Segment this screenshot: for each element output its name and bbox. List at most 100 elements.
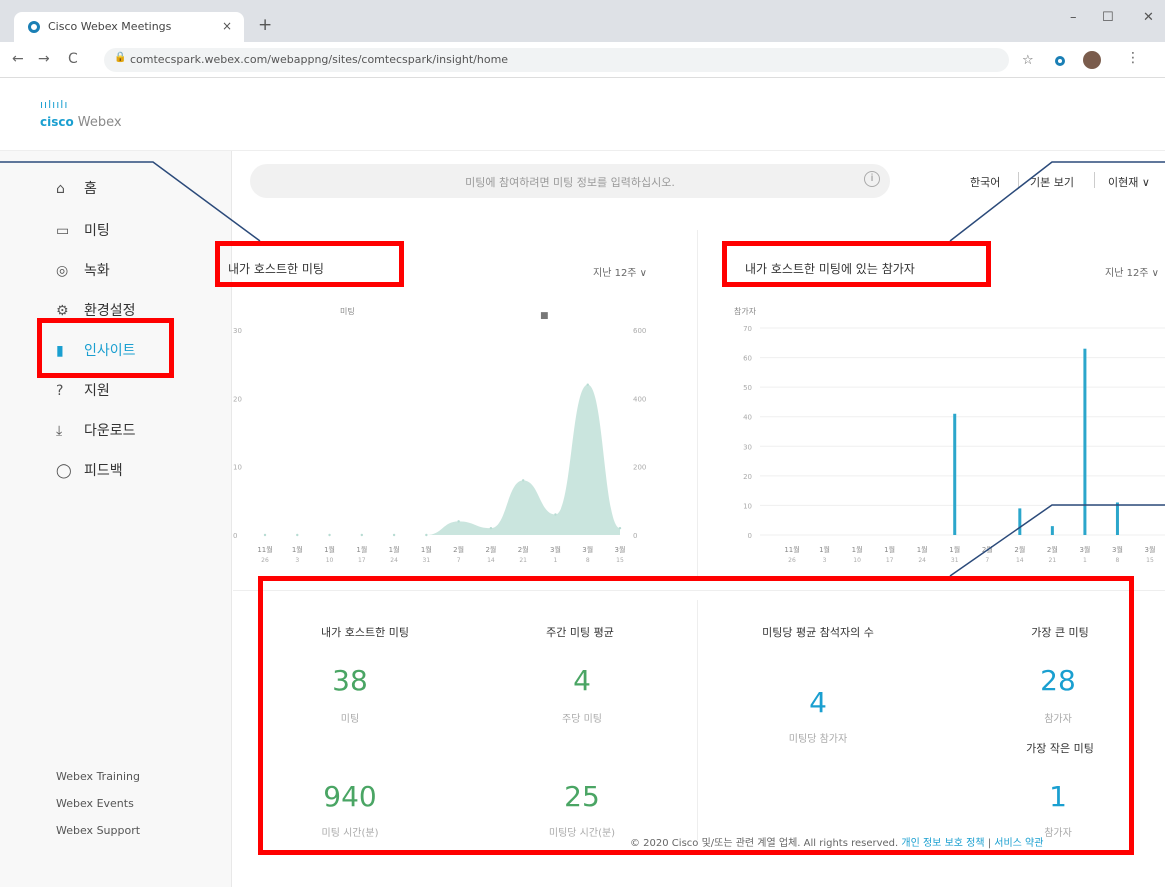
x-tick-label-day: 21 [519, 557, 527, 564]
y-tick-label: 10 [233, 464, 242, 472]
y-axis-label: 참가자 [734, 306, 757, 316]
participants-bar-chart: 참가자01020304050607011월261월31월101월171월241월… [734, 306, 1165, 564]
forward-icon[interactable]: → [38, 51, 50, 67]
x-tick-label-day: 15 [1146, 557, 1154, 564]
x-tick-label-day: 24 [918, 557, 926, 564]
x-tick-label-day: 21 [1049, 557, 1057, 564]
participants-bar-9 [1083, 348, 1087, 535]
cisco-webex-logo[interactable]: ıılıılı cisco Webex [40, 98, 122, 130]
y2-tick-label: 200 [633, 464, 646, 472]
x-tick-label: 1월 [389, 545, 400, 554]
sidebar-item-downloads[interactable]: ⤓ 다운로드 [56, 420, 136, 444]
area-point-10 [586, 383, 589, 386]
webex-events-link[interactable]: Webex Events [56, 797, 134, 810]
browser-menu-icon[interactable]: ⋮ [1126, 50, 1140, 66]
lock-icon: 🔒 [114, 52, 127, 63]
sidebar-item-label: 지원 [84, 383, 110, 399]
header-separator [1018, 172, 1019, 188]
feedback-icon: ◯ [56, 463, 72, 479]
area-point-6 [457, 520, 460, 523]
participants-period-selector[interactable]: 지난 12주 ∨ [1105, 264, 1159, 279]
meeting-search-input[interactable]: 미팅에 참여하려면 미팅 정보를 입력하십시오. i [250, 164, 890, 198]
area-point-0 [263, 533, 267, 537]
gear-icon: ⚙ [56, 303, 69, 319]
x-tick-label: 1월 [852, 545, 863, 554]
x-tick-label-day: 14 [487, 557, 495, 564]
x-tick-label: 11월 [257, 545, 272, 554]
y2-tick-label: 0 [633, 532, 637, 540]
x-tick-label: 2월 [1014, 545, 1025, 554]
bookmark-star-icon[interactable]: ☆ [1022, 53, 1034, 68]
sidebar-item-label: 환경설정 [84, 303, 136, 319]
profile-avatar[interactable] [1083, 51, 1101, 69]
window-close-icon[interactable]: ✕ [1143, 10, 1154, 25]
sidebar-item-support[interactable]: ? 지원 [56, 380, 110, 404]
x-tick-label: 1월 [819, 545, 830, 554]
area-point-11 [618, 526, 622, 530]
classic-view-link[interactable]: 기본 보기 [1030, 174, 1074, 190]
x-tick-label-day: 15 [616, 557, 624, 564]
extension-icon[interactable] [1055, 56, 1065, 66]
y-tick-label: 20 [233, 395, 242, 403]
x-tick-label-day: 1 [1083, 557, 1087, 564]
sidebar-item-label: 녹화 [84, 263, 110, 279]
x-tick-label-day: 7 [985, 557, 989, 564]
area-point-1 [296, 533, 299, 537]
tab-close-icon[interactable]: × [222, 19, 232, 33]
y-tick-label: 0 [233, 532, 237, 540]
x-tick-label: 1월 [917, 545, 928, 554]
area-point-3 [360, 533, 364, 537]
minimize-icon[interactable]: – [1070, 10, 1077, 25]
meetings-area-chart: 미팅 ■0102030020040060011월261월31월101월171월24… [233, 306, 646, 564]
calendar-icon: ▭ [56, 223, 70, 239]
url-field[interactable]: 🔒 comtecspark.webex.com/webappng/sites/c… [104, 48, 1009, 72]
x-tick-label: 3월 [1079, 545, 1090, 554]
sidebar-item-label: 피드백 [84, 463, 123, 479]
x-tick-label-day: 14 [1016, 557, 1024, 564]
sidebar-item-label: 홈 [84, 181, 97, 197]
sidebar-item-home[interactable]: ⌂ 홈 [56, 178, 97, 202]
area-point-8 [521, 479, 525, 482]
x-tick-label: 1월 [324, 545, 335, 554]
area-point-4 [392, 533, 396, 537]
area-point-5 [425, 533, 428, 537]
x-tick-label: 1월 [356, 545, 367, 554]
annotation-box-meetings-title [215, 241, 404, 287]
webex-training-link[interactable]: Webex Training [56, 770, 140, 783]
record-icon: ◎ [56, 263, 69, 279]
participants-bar-5 [953, 413, 957, 535]
maximize-icon[interactable]: ☐ [1102, 10, 1114, 25]
logo-cisco-text: cisco [40, 115, 74, 129]
meetings-period-selector[interactable]: 지난 12주 ∨ [593, 264, 647, 279]
sidebar-item-feedback[interactable]: ◯ 피드백 [56, 460, 123, 484]
reload-icon[interactable]: C [68, 51, 78, 67]
header-separator [1094, 172, 1095, 188]
sidebar-item-label: 다운로드 [84, 423, 136, 439]
user-menu[interactable]: 이현재 ∨ [1108, 174, 1150, 190]
download-icon: ⤓ [56, 423, 63, 439]
webex-support-link[interactable]: Webex Support [56, 824, 140, 837]
sidebar-item-recordings[interactable]: ◎ 녹화 [56, 260, 110, 284]
logo-webex-text: Webex [77, 115, 122, 130]
sidebar-item-label: 미팅 [84, 223, 110, 239]
x-tick-label-day: 17 [886, 557, 894, 564]
y-tick-label: 50 [743, 384, 752, 392]
x-tick-label-day: 26 [788, 557, 796, 564]
x-tick-label: 2월 [518, 545, 529, 554]
x-tick-label: 3월 [582, 545, 593, 554]
participants-bar-10 [1115, 502, 1119, 535]
sidebar-item-meetings[interactable]: ▭ 미팅 [56, 220, 110, 244]
browser-tab[interactable]: Cisco Webex Meetings × [14, 12, 244, 42]
participants-bar-7 [1018, 508, 1022, 535]
language-selector[interactable]: 한국어 [970, 174, 1000, 190]
back-icon[interactable]: ← [12, 51, 24, 67]
info-icon[interactable]: i [864, 171, 880, 187]
y-tick-label: 70 [743, 325, 752, 333]
x-tick-label: 2월 [485, 545, 496, 554]
meetings-area [265, 384, 620, 535]
y-tick-label: 40 [743, 414, 752, 422]
new-tab-button[interactable]: + [258, 15, 272, 35]
browser-tab-bar: Cisco Webex Meetings × + – ☐ ✕ [0, 0, 1165, 42]
x-tick-label: 1월 [884, 545, 895, 554]
y2-tick-label: 400 [633, 395, 646, 403]
